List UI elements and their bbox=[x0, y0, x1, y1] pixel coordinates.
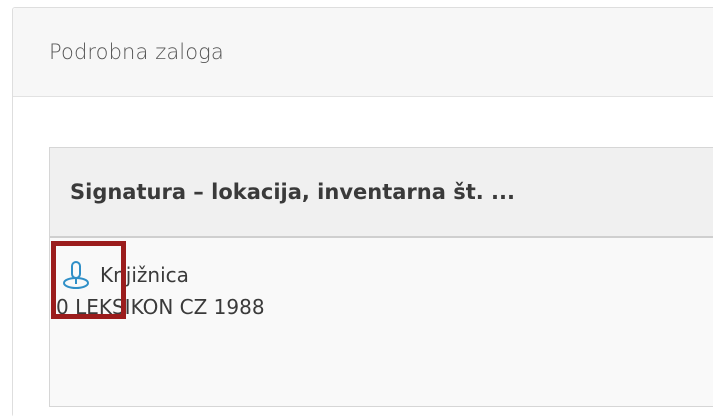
panel-heading: Podrobna zaloga bbox=[13, 8, 713, 97]
column-header-signature-location[interactable]: Signatura – lokacija, inventarna št. ... bbox=[70, 180, 515, 204]
panel-body: Signatura – lokacija, inventarna št. ...… bbox=[13, 97, 713, 417]
call-number: 0 LEKSIKON CZ 1988 bbox=[56, 295, 265, 319]
location-pin-icon[interactable] bbox=[56, 254, 96, 294]
holdings-table: Signatura – lokacija, inventarna št. ...… bbox=[49, 147, 713, 407]
panel-title: Podrobna zaloga bbox=[49, 40, 224, 64]
table-row: Knjižnica 0 LEKSIKON CZ 1988 bbox=[50, 238, 713, 406]
holdings-panel: Podrobna zaloga Signatura – lokacija, in… bbox=[12, 7, 713, 417]
location-pin-icon-graphic bbox=[63, 260, 89, 289]
location-name[interactable]: Knjižnica bbox=[100, 263, 189, 287]
table-header: Signatura – lokacija, inventarna št. ... bbox=[50, 148, 713, 238]
